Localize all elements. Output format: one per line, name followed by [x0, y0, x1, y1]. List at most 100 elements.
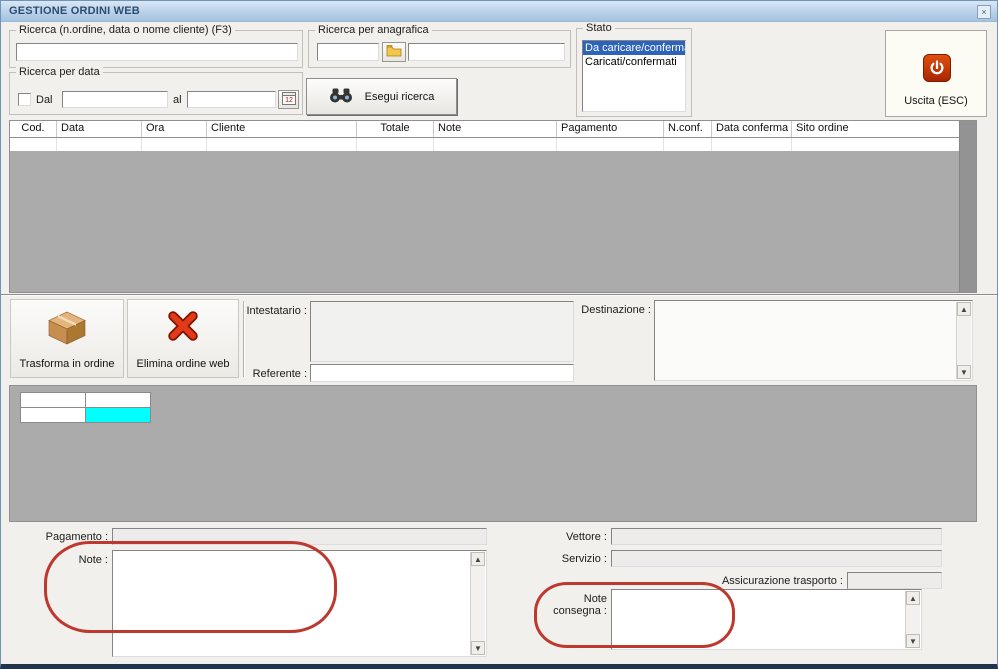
note-consegna-label-line1: Note — [583, 593, 607, 605]
scroll-down-icon[interactable]: ▼ — [471, 641, 485, 655]
stato-option-caricati[interactable]: Caricati/confermati — [583, 55, 685, 69]
note-consegna-label-line2: consegna : — [553, 605, 607, 617]
column-header-cod[interactable]: Cod. — [10, 121, 57, 137]
orders-cell — [712, 138, 792, 151]
binoculars-icon — [329, 88, 353, 106]
order-lines-grid — [20, 392, 151, 423]
column-header-cliente[interactable]: Cliente — [207, 121, 357, 137]
orders-cell — [357, 138, 434, 151]
column-header-totale[interactable]: Totale — [357, 121, 434, 137]
elimina-ordine-web-label: Elimina ordine web — [136, 358, 230, 370]
trasforma-in-ordine-button[interactable]: Trasforma in ordine — [10, 299, 124, 378]
anagrafica-name-input[interactable] — [408, 43, 565, 61]
vettore-label: Vettore : — [566, 531, 607, 543]
destinazione-scrollbar[interactable]: ▲ ▼ — [956, 302, 971, 379]
date-from-input[interactable] — [62, 91, 168, 108]
pagamento-input[interactable] — [112, 528, 487, 545]
grid-cell-selected[interactable] — [86, 408, 151, 423]
anagrafica-code-input[interactable] — [317, 43, 379, 61]
grid-cell[interactable] — [21, 393, 86, 408]
stato-group-label: Stato — [583, 22, 615, 34]
note-scrollbar[interactable]: ▲ ▼ — [470, 552, 485, 655]
scroll-up-icon[interactable]: ▲ — [906, 591, 920, 605]
power-icon — [923, 54, 951, 82]
stato-option-da-caricare[interactable]: Da caricare/confermare — [583, 41, 685, 55]
column-header-pagamento[interactable]: Pagamento — [557, 121, 664, 137]
note-consegna-scrollbar[interactable]: ▲ ▼ — [905, 591, 920, 648]
column-header-data-conferma[interactable]: Data conferma — [712, 121, 792, 137]
pagamento-label: Pagamento : — [45, 531, 108, 543]
date-to-input[interactable] — [187, 91, 276, 108]
note-consegna-textarea[interactable]: ▲ ▼ — [611, 589, 922, 650]
dal-checkbox[interactable] — [18, 93, 31, 106]
scroll-up-icon[interactable]: ▲ — [957, 302, 971, 316]
column-header-nconf[interactable]: N.conf. — [664, 121, 712, 137]
orders-cell — [557, 138, 664, 151]
grid-row — [21, 393, 151, 408]
grid-cell[interactable] — [21, 408, 86, 423]
column-header-data[interactable]: Data — [57, 121, 142, 137]
anagrafica-lookup-button[interactable] — [382, 42, 406, 62]
esegui-ricerca-button[interactable]: Esegui ricerca — [306, 78, 457, 115]
search-order-input[interactable] — [16, 43, 298, 61]
column-header-sito-ordine[interactable]: Sito ordine — [792, 121, 959, 137]
search-anagrafica-group-label: Ricerca per anagrafica — [315, 24, 432, 36]
scroll-up-icon[interactable]: ▲ — [471, 552, 485, 566]
titlebar[interactable]: GESTIONE ORDINI WEB × — [1, 1, 997, 22]
calendar-button[interactable]: 12 — [278, 90, 299, 109]
vettore-input[interactable] — [611, 528, 942, 545]
esegui-ricerca-label: Esegui ricerca — [364, 90, 435, 103]
gestione-ordini-web-window: GESTIONE ORDINI WEB × Ricerca (n.ordine,… — [0, 0, 998, 669]
referente-label: Referente : — [252, 368, 307, 380]
search-date-group: Ricerca per data Dal al 12 — [9, 66, 303, 115]
assicurazione-trasporto-label: Assicurazione trasporto : — [721, 575, 843, 587]
search-date-group-label: Ricerca per data — [16, 66, 103, 78]
section-divider — [1, 294, 997, 296]
orders-table-scrollbar[interactable] — [959, 121, 976, 292]
note-label: Note : — [78, 554, 108, 566]
order-lines-area — [9, 385, 977, 522]
stato-group: Stato Da caricare/confermare Caricati/co… — [576, 22, 692, 117]
calendar-icon: 12 — [281, 91, 296, 108]
orders-table: Cod. Data Ora Cliente Totale Note Pagame… — [9, 120, 977, 293]
grid-row — [21, 408, 151, 423]
orders-cell — [207, 138, 357, 151]
grid-cell[interactable] — [86, 393, 151, 408]
uscita-button-label: Uscita (ESC) — [904, 95, 968, 107]
orders-cell — [434, 138, 557, 151]
close-icon[interactable]: × — [977, 5, 991, 19]
orders-cell — [10, 138, 57, 151]
column-header-ora[interactable]: Ora — [142, 121, 207, 137]
orders-cell — [664, 138, 712, 151]
svg-text:12: 12 — [285, 97, 293, 104]
trasforma-in-ordine-label: Trasforma in ordine — [19, 358, 115, 370]
scroll-down-icon[interactable]: ▼ — [906, 634, 920, 648]
folder-icon — [386, 44, 402, 60]
al-label: al — [173, 94, 182, 106]
orders-cell — [142, 138, 207, 151]
search-order-group-label: Ricerca (n.ordine, data o nome cliente) … — [16, 24, 235, 36]
intestatario-textbox[interactable] — [310, 301, 574, 362]
destinazione-label: Destinazione : — [581, 304, 651, 316]
uscita-button[interactable]: Uscita (ESC) — [885, 30, 987, 117]
stato-listbox[interactable]: Da caricare/confermare Caricati/conferma… — [582, 40, 686, 112]
scroll-down-icon[interactable]: ▼ — [957, 365, 971, 379]
window-title: GESTIONE ORDINI WEB — [9, 5, 140, 17]
servizio-input[interactable] — [611, 550, 942, 567]
destinazione-textbox[interactable]: ▲ ▼ — [654, 300, 973, 381]
assicurazione-trasporto-input[interactable] — [847, 572, 942, 589]
elimina-ordine-web-button[interactable]: Elimina ordine web — [127, 299, 239, 378]
referente-input[interactable] — [310, 364, 574, 382]
dal-label: Dal — [36, 94, 53, 106]
note-textarea[interactable]: ▲ ▼ — [112, 550, 487, 657]
orders-cell — [57, 138, 142, 151]
note-consegna-label: Note consegna : — [537, 593, 607, 617]
red-x-icon — [128, 310, 238, 342]
orders-empty-row — [10, 138, 959, 151]
servizio-label: Servizio : — [561, 553, 607, 565]
orders-table-header: Cod. Data Ora Cliente Totale Note Pagame… — [10, 121, 959, 138]
column-header-note[interactable]: Note — [434, 121, 557, 137]
intestatario-label: Intestatario : — [246, 305, 307, 317]
search-order-group: Ricerca (n.ordine, data o nome cliente) … — [9, 24, 303, 68]
orders-cell — [792, 138, 959, 151]
